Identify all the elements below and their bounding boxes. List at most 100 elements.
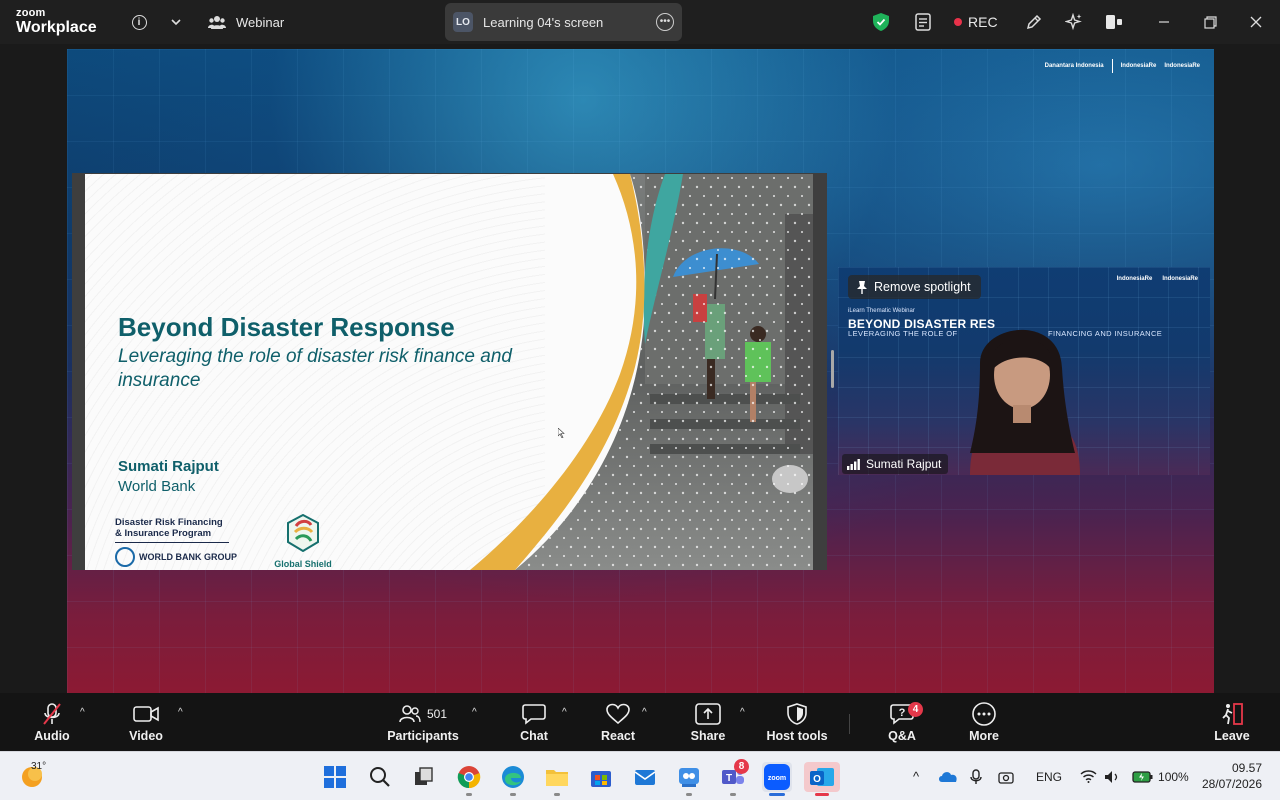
task-view-button[interactable]: [409, 762, 439, 792]
spotlight-video-tile[interactable]: IndonesiaRe IndonesiaRe iLearn Thematic …: [838, 267, 1210, 475]
outlook-icon: O: [810, 768, 834, 786]
clock-date: 28/07/2026: [1201, 777, 1262, 791]
indonesiare-logo: IndonesiaRe: [1120, 63, 1157, 69]
snipping-tool-taskbar-button[interactable]: [674, 762, 704, 796]
microsoft-store-taskbar-button[interactable]: [586, 762, 616, 792]
onedrive-icon[interactable]: [938, 770, 960, 783]
speaker-name-tag: Sumati Rajput: [842, 454, 949, 474]
participants-button[interactable]: 501 Participants: [387, 693, 459, 751]
system-clock[interactable]: 09.57 28/07/2026: [1202, 760, 1262, 792]
slide-title: Beyond Disaster Response: [118, 312, 455, 342]
chat-button[interactable]: Chat: [512, 693, 556, 751]
outlook-new-taskbar-button[interactable]: [630, 762, 660, 792]
store-icon: [591, 771, 611, 787]
chat-bubble-icon: [522, 704, 546, 725]
more-options-icon[interactable]: •••: [656, 13, 674, 31]
video-logo-left: IndonesiaRe: [1116, 276, 1153, 282]
danantara-logo: Danantara Indonesia: [1044, 63, 1104, 69]
wifi-icon[interactable]: [1080, 770, 1098, 783]
file-explorer-taskbar-button[interactable]: [542, 762, 572, 796]
host-tools-label: Host tools: [766, 729, 828, 743]
restore-window-icon: [1203, 15, 1217, 29]
indonesiare-logo-2: IndonesiaRe: [1164, 63, 1200, 69]
battery-charging-icon[interactable]: [1132, 770, 1154, 783]
info-icon: i: [131, 14, 147, 30]
close-window-button[interactable]: [1244, 8, 1268, 36]
input-language[interactable]: ENG: [1036, 770, 1062, 784]
edge-taskbar-button[interactable]: [498, 762, 528, 796]
view-layout-button[interactable]: [1102, 8, 1126, 36]
screen-share-indicator[interactable]: LO Learning 04's screen •••: [445, 3, 682, 41]
chrome-taskbar-button[interactable]: [454, 762, 484, 796]
camera-in-use-icon[interactable]: [998, 770, 1016, 784]
annotate-button[interactable]: [1022, 8, 1046, 36]
screen-share-label: Learning 04's screen: [483, 14, 604, 30]
webinar-indicator[interactable]: Webinar: [208, 8, 284, 36]
running-indicator: [466, 793, 472, 796]
zoom-app-icon: zoom: [764, 764, 790, 790]
notes-icon: [915, 13, 931, 31]
minimize-button[interactable]: [1152, 8, 1176, 36]
windows-taskbar: 31° T 8 zoom O ^ ENG 100% 09.57 28/07/20…: [0, 751, 1280, 800]
encryption-shield-button[interactable]: [870, 8, 892, 36]
heart-icon: [606, 703, 630, 725]
meeting-info-button[interactable]: i: [128, 8, 150, 36]
video-background-logos: IndonesiaRe IndonesiaRe: [1117, 276, 1198, 282]
maximize-button[interactable]: [1198, 8, 1222, 36]
chat-options-caret[interactable]: ^: [562, 707, 567, 718]
leave-button[interactable]: Leave: [1210, 693, 1254, 751]
world-bank-group-logo: WORLD BANK GROUP: [115, 547, 237, 567]
split-drag-handle[interactable]: [831, 350, 834, 388]
zoom-taskbar-button[interactable]: zoom: [762, 762, 792, 796]
speaker-name: Sumati Rajput: [866, 457, 942, 471]
teams-taskbar-button[interactable]: T 8: [718, 759, 749, 796]
audio-options-caret[interactable]: ^: [80, 707, 85, 718]
participant-count: 501: [426, 707, 448, 721]
video-label: Video: [129, 729, 163, 743]
folder-icon: [546, 770, 568, 786]
side-panel-icon: [1106, 15, 1122, 29]
video-camera-icon: [133, 706, 159, 722]
notes-button[interactable]: [912, 8, 934, 36]
shield-check-icon: [873, 13, 889, 31]
video-options-caret[interactable]: ^: [178, 707, 183, 718]
video-button[interactable]: Video: [124, 693, 168, 751]
share-screen-icon: [695, 703, 721, 725]
virtual-bg-webinar-label: iLearn Thematic Webinar: [848, 308, 915, 314]
search-button[interactable]: [365, 762, 395, 792]
running-indicator: [815, 793, 829, 796]
recording-label: REC: [968, 14, 998, 30]
zoom-workplace-logo: zoom Workplace: [16, 8, 97, 36]
react-options-caret[interactable]: ^: [642, 707, 647, 718]
more-button[interactable]: More: [962, 693, 1006, 751]
participants-options-caret[interactable]: ^: [472, 707, 477, 718]
host-tools-button[interactable]: Host tools: [762, 693, 832, 751]
running-indicator: [730, 793, 736, 796]
remove-spotlight-button[interactable]: Remove spotlight: [848, 275, 981, 299]
title-bar: zoom Workplace i Webinar LO Learning 04'…: [0, 0, 1280, 44]
recording-indicator[interactable]: REC: [954, 8, 998, 36]
start-button[interactable]: [320, 762, 350, 792]
speaker-video-feed: [970, 329, 1080, 475]
tray-overflow-chevron-icon[interactable]: ^: [904, 769, 928, 784]
microphone-icon[interactable]: [970, 768, 986, 785]
outlook-taskbar-button[interactable]: O: [804, 762, 840, 796]
audio-label: Audio: [34, 729, 70, 743]
global-shield-label: Global Shield: [274, 559, 332, 569]
leave-label: Leave: [1214, 729, 1250, 743]
share-screen-button[interactable]: Share: [686, 693, 730, 751]
volume-icon[interactable]: [1104, 770, 1122, 784]
toolbar-separator: [849, 714, 850, 734]
zoom-workplace-window: zoom Workplace i Webinar LO Learning 04'…: [0, 0, 1280, 800]
running-indicator: [686, 793, 692, 796]
audio-button[interactable]: Audio: [30, 693, 74, 751]
sparkle-icon: [1065, 13, 1082, 31]
meeting-info-chevron-button[interactable]: [166, 8, 186, 36]
teams-notification-badge: 8: [734, 759, 749, 774]
task-view-icon: [415, 767, 433, 785]
react-button[interactable]: React: [596, 693, 640, 751]
drfip-logo: Disaster Risk Financing & Insurance Prog…: [115, 517, 237, 543]
video-logo-right: IndonesiaRe: [1162, 276, 1198, 282]
ai-companion-button[interactable]: [1062, 8, 1086, 36]
share-options-caret[interactable]: ^: [740, 707, 745, 718]
